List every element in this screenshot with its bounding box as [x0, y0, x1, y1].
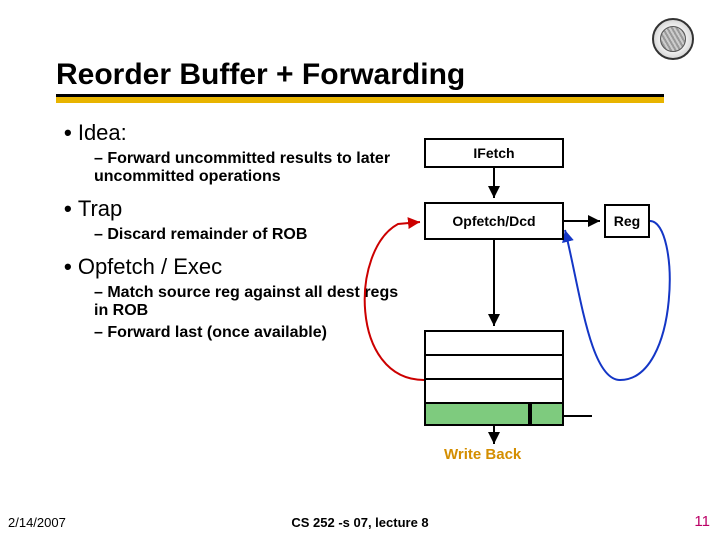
reg-box: Reg: [604, 204, 650, 238]
rob-row-3-left: [424, 402, 530, 426]
title-accent: [56, 97, 664, 103]
sub-opfetch-1: Match source reg against all dest regs i…: [94, 284, 404, 320]
bullet-trap: Trap: [64, 196, 404, 222]
footer: 2/14/2007 CS 252 -s 07, lecture 8 11: [0, 508, 720, 530]
rob-row-2: [424, 378, 564, 402]
slide-title: Reorder Buffer + Forwarding: [56, 58, 664, 92]
ifetch-box: IFetch: [424, 138, 564, 168]
reg-label: Reg: [614, 213, 640, 229]
footer-date: 2/14/2007: [8, 515, 66, 530]
title-block: Reorder Buffer + Forwarding: [56, 58, 664, 103]
body-text: Idea: Forward uncommitted results to lat…: [64, 110, 404, 342]
sub-opfetch-2: Forward last (once available): [94, 324, 404, 342]
university-seal-icon: [652, 18, 694, 60]
rob-row-3-right: [530, 402, 564, 426]
pipeline-diagram: IFetch Opfetch/Dcd Reg Write Back: [360, 120, 700, 470]
footer-page-number: 11: [694, 513, 710, 530]
slide: Reorder Buffer + Forwarding Idea: Forwar…: [0, 0, 720, 540]
bullet-idea: Idea:: [64, 120, 404, 146]
rob-table: [424, 330, 564, 426]
opfetch-label: Opfetch/Dcd: [452, 213, 535, 229]
rob-row-0: [424, 330, 564, 354]
opfetch-box: Opfetch/Dcd: [424, 202, 564, 240]
bullet-opfetch: Opfetch / Exec: [64, 254, 404, 280]
writeback-label: Write Back: [444, 446, 521, 463]
ifetch-label: IFetch: [473, 145, 514, 161]
sub-idea-1: Forward uncommitted results to later unc…: [94, 150, 404, 186]
footer-course: CS 252 -s 07, lecture 8: [291, 515, 428, 530]
rob-row-1: [424, 354, 564, 378]
sub-trap-1: Discard remainder of ROB: [94, 226, 404, 244]
